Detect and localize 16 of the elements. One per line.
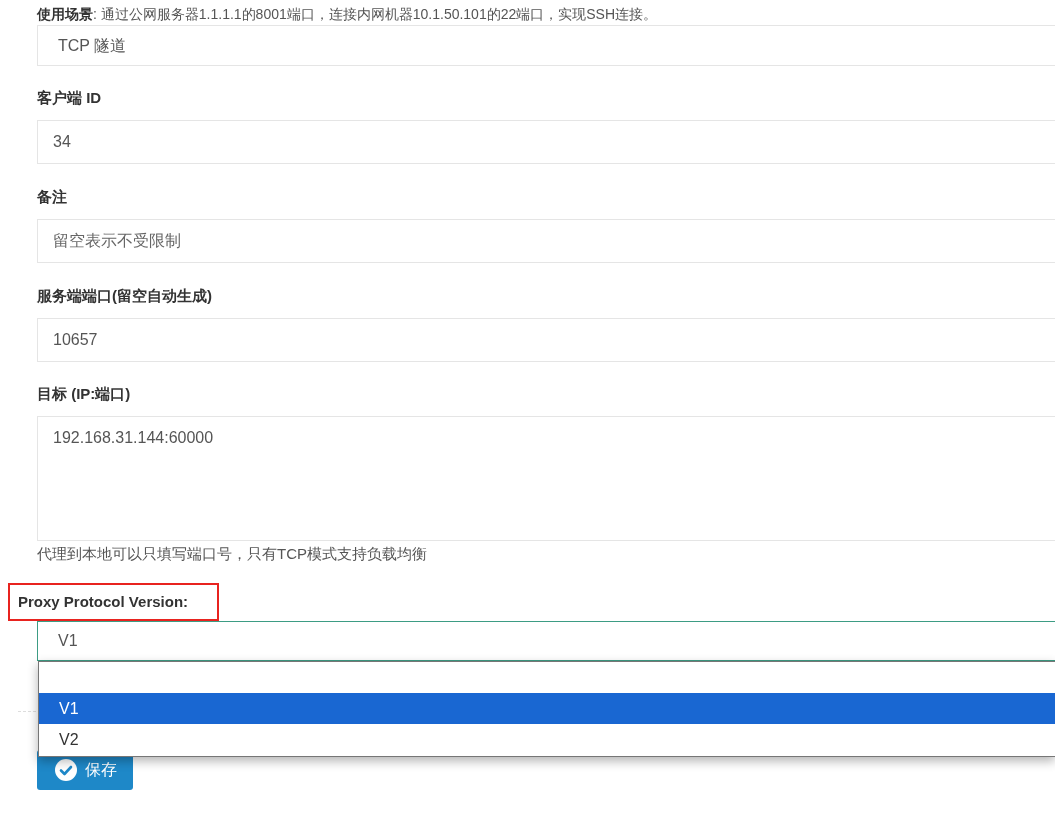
- textarea-field[interactable]: 192.168.31.144:60000: [37, 416, 1055, 541]
- field-label: 目标 (IP:端口): [37, 384, 131, 404]
- dropdown-option[interactable]: V1: [39, 693, 1055, 724]
- input-field[interactable]: 10657: [37, 318, 1055, 362]
- input-field[interactable]: 留空表示不受限制: [37, 219, 1055, 263]
- field-hint: 代理到本地可以只填写端口号，只有TCP模式支持负载均衡: [37, 545, 428, 563]
- field-label: 客户端 ID: [37, 88, 102, 108]
- input-field[interactable]: 34: [37, 120, 1055, 164]
- field-label: 服务端端口(留空自动生成): [37, 286, 212, 306]
- check-circle-icon: [55, 759, 77, 781]
- usage-description: 使用场景: 通过公网服务器1.1.1.1的8001端口，连接内网机器10.1.50.101的22端口，实现SSH连接。: [37, 6, 659, 22]
- field-label: 备注: [37, 187, 67, 207]
- select-field[interactable]: TCP 隧道: [37, 25, 1055, 66]
- select-field[interactable]: V1: [37, 621, 1055, 661]
- dropdown-option[interactable]: V2: [39, 724, 1055, 755]
- field-label: Proxy Protocol Version:: [18, 591, 189, 612]
